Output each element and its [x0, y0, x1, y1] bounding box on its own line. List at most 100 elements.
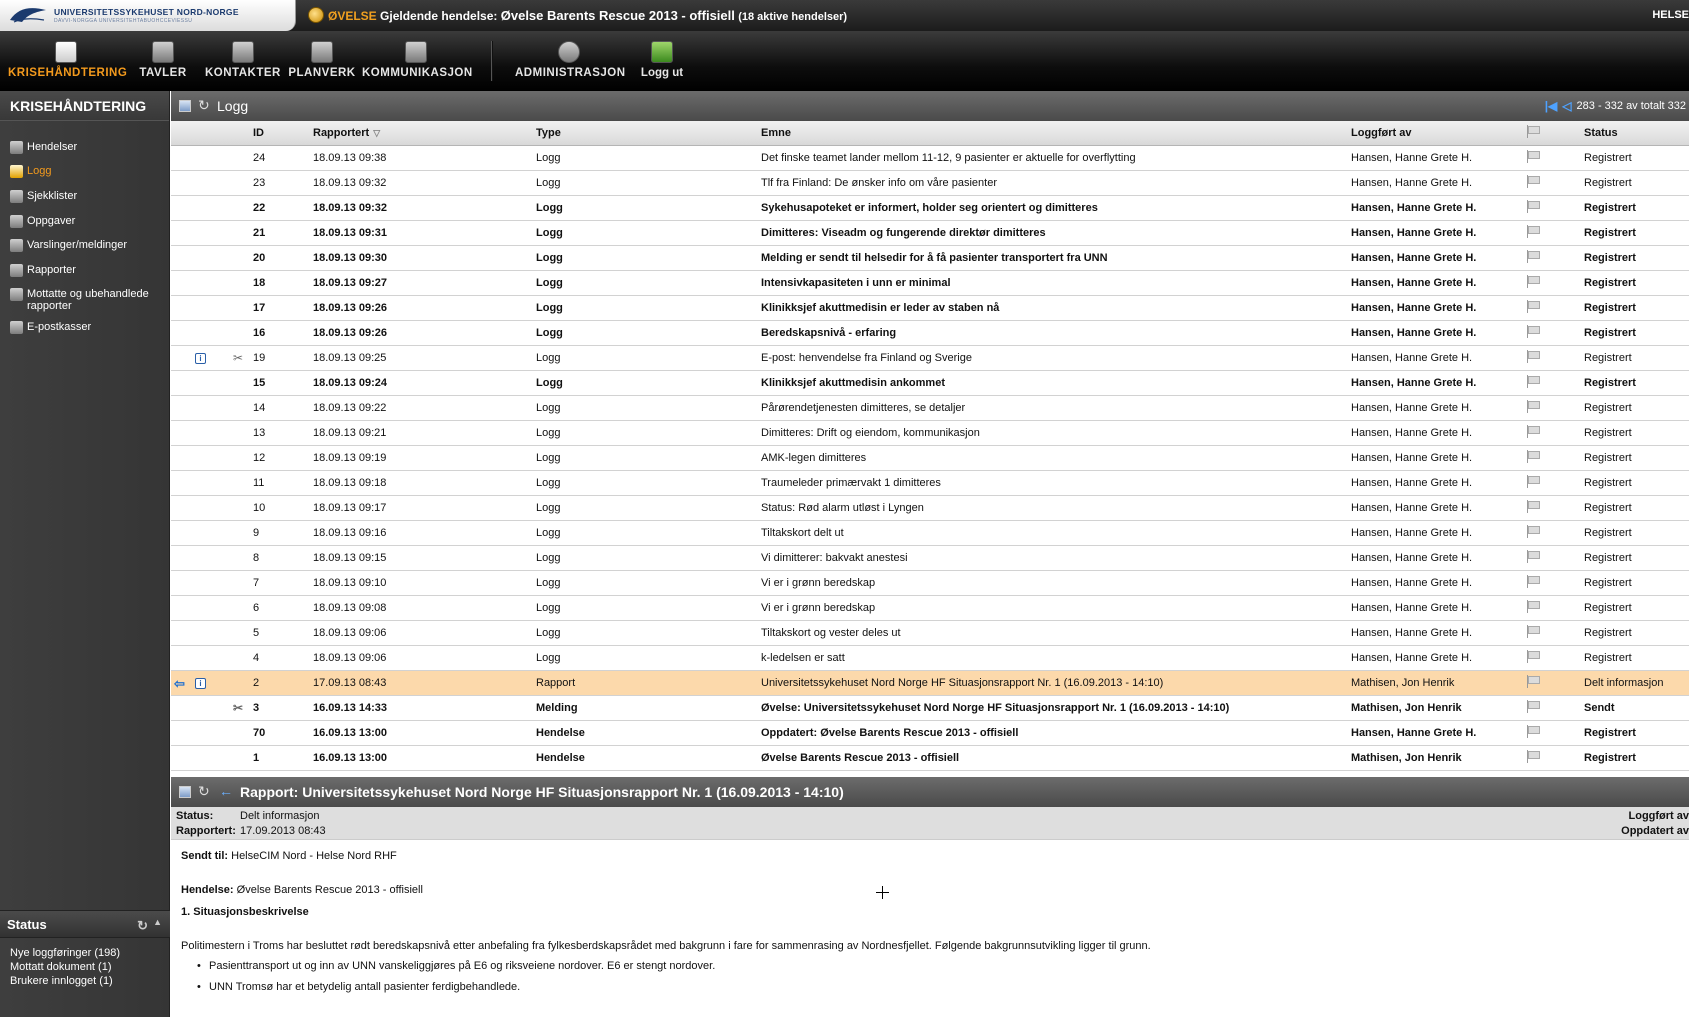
table-row[interactable]: 16 18.09.13 09:26 Logg Beredskapsnivå - erf…	[171, 320, 1689, 346]
status-new-log-entries[interactable]: Nye loggføringer (198)	[0, 946, 170, 960]
nav-planverk[interactable]: PLANVERK	[287, 31, 357, 91]
cell-flag[interactable]	[1524, 695, 1582, 721]
cell-flag[interactable]	[1524, 620, 1582, 646]
sidebar-item-logg[interactable]: Logg	[10, 165, 165, 178]
table-row[interactable]: i ✂ 19 18.09.13 09:25 Logg E-post: henvendels…	[171, 345, 1689, 371]
info-icon[interactable]: i	[195, 352, 206, 364]
cell-flag[interactable]	[1524, 220, 1582, 246]
sidebar-item-varslinger[interactable]: Varslinger/meldinger	[10, 239, 165, 252]
cell-flag[interactable]	[1524, 545, 1582, 571]
first-page-icon[interactable]: |◀	[1545, 99, 1558, 113]
table-row[interactable]: ✂ 3 16.09.13 14:33 Melding Øvelse: Universit…	[171, 695, 1689, 721]
sidebar-item-sjekklister[interactable]: Sjekklister	[10, 190, 165, 203]
flag-icon[interactable]	[1526, 224, 1540, 238]
flag-icon[interactable]	[1526, 574, 1540, 588]
table-row[interactable]: 12 18.09.13 09:19 Logg AMK-legen dimitteres…	[171, 445, 1689, 471]
column-header-status[interactable]: Status	[1582, 121, 1689, 146]
column-header-type[interactable]: Type	[534, 121, 759, 146]
cell-flag[interactable]	[1524, 270, 1582, 296]
cell-flag[interactable]	[1524, 170, 1582, 196]
table-row[interactable]: 23 18.09.13 09:32 Logg Tlf fra Finland: De …	[171, 170, 1689, 196]
cell-flag[interactable]	[1524, 745, 1582, 771]
sidebar-item-hendelser[interactable]: Hendelser	[10, 141, 165, 154]
flag-icon[interactable]	[1526, 699, 1540, 713]
flag-icon[interactable]	[1526, 399, 1540, 413]
table-row[interactable]: 70 16.09.13 13:00 Hendelse Oppdatert: Øvels…	[171, 720, 1689, 746]
refresh-icon[interactable]: ↻	[137, 918, 148, 934]
flag-icon[interactable]	[1526, 149, 1540, 163]
flag-icon[interactable]	[1526, 249, 1540, 263]
column-header-flag[interactable]	[1524, 121, 1582, 146]
flag-icon[interactable]	[1526, 624, 1540, 638]
flag-icon[interactable]	[1526, 549, 1540, 563]
flag-icon[interactable]	[1526, 324, 1540, 338]
table-row[interactable]: 17 18.09.13 09:26 Logg Klinikksjef akuttmed…	[171, 295, 1689, 321]
flag-icon[interactable]	[1526, 499, 1540, 513]
status-received-documents[interactable]: Mottatt dokument (1)	[0, 960, 170, 974]
flag-icon[interactable]	[1526, 749, 1540, 763]
nav-logg-ut[interactable]: Logg ut	[637, 31, 687, 91]
nav-administrasjon[interactable]: ADMINISTRASJON	[515, 31, 625, 91]
table-row[interactable]: 11 18.09.13 09:18 Logg Traumeleder primærva…	[171, 470, 1689, 496]
cell-flag[interactable]	[1524, 420, 1582, 446]
table-row[interactable]: 8 18.09.13 09:15 Logg Vi dimitterer: bakvak…	[171, 545, 1689, 571]
cell-flag[interactable]	[1524, 445, 1582, 471]
panel-window-icon[interactable]	[179, 100, 191, 112]
previous-page-icon[interactable]: ◁	[1562, 99, 1571, 113]
column-header-rapportert[interactable]: Rapportert ▽	[311, 121, 534, 146]
current-event[interactable]: ØVELSE Gjeldende hendelse: Øvelse Barent…	[328, 8, 847, 23]
table-row[interactable]: ⇦ i 2 17.09.13 08:43 Rapport Universitetssyke…	[171, 670, 1689, 696]
sidebar-item-oppgaver[interactable]: Oppgaver	[10, 215, 165, 228]
flag-icon[interactable]	[1526, 274, 1540, 288]
flag-icon[interactable]	[1526, 199, 1540, 213]
table-row[interactable]: 24 18.09.13 09:38 Logg Det finske teamet la…	[171, 145, 1689, 171]
refresh-icon[interactable]: ↻	[198, 97, 210, 114]
collapse-icon[interactable]: ▲	[153, 917, 162, 927]
table-row[interactable]: 4 18.09.13 09:06 Logg k-ledelsen er satt Han…	[171, 645, 1689, 671]
info-icon[interactable]: i	[195, 677, 206, 689]
flag-icon[interactable]	[1526, 374, 1540, 388]
nav-tavler[interactable]: TAVLER	[133, 31, 193, 91]
cell-flag[interactable]	[1524, 495, 1582, 521]
refresh-icon[interactable]: ↻	[198, 783, 210, 800]
cell-flag[interactable]	[1524, 645, 1582, 671]
cell-flag[interactable]	[1524, 720, 1582, 746]
table-row[interactable]: 5 18.09.13 09:06 Logg Tiltakskort og vester…	[171, 620, 1689, 646]
sidebar-item-rapporter[interactable]: Rapporter	[10, 264, 165, 277]
table-row[interactable]: 1 16.09.13 13:00 Hendelse Øvelse Barents Re…	[171, 745, 1689, 771]
cell-flag[interactable]	[1524, 595, 1582, 621]
nav-kommunikasjon[interactable]: KOMMUNIKASJON	[362, 31, 472, 91]
sidebar-item-e-postkasser[interactable]: E-postkasser	[10, 321, 165, 334]
table-row[interactable]: 18 18.09.13 09:27 Logg Intensivkapasiteten …	[171, 270, 1689, 296]
cell-flag[interactable]	[1524, 345, 1582, 371]
cell-flag[interactable]	[1524, 245, 1582, 271]
column-header-loggfort-av[interactable]: Loggført av	[1349, 121, 1524, 146]
attachment-icon[interactable]: ✂	[233, 351, 243, 365]
sidebar-item-mottatte-rapporter[interactable]: Mottatte og ubehandlede rapporter	[10, 288, 165, 312]
panel-window-icon[interactable]	[179, 786, 191, 798]
flag-icon[interactable]	[1526, 649, 1540, 663]
cell-flag[interactable]	[1524, 195, 1582, 221]
column-header-emne[interactable]: Emne	[759, 121, 1349, 146]
cell-flag[interactable]	[1524, 470, 1582, 496]
table-row[interactable]: 15 18.09.13 09:24 Logg Klinikksjef akuttmed…	[171, 370, 1689, 396]
flag-icon[interactable]	[1526, 599, 1540, 613]
flag-icon[interactable]	[1526, 349, 1540, 363]
cell-flag[interactable]	[1524, 395, 1582, 421]
flag-icon[interactable]	[1526, 724, 1540, 738]
table-row[interactable]: 21 18.09.13 09:31 Logg Dimitteres: Viseadm …	[171, 220, 1689, 246]
flag-icon[interactable]	[1526, 674, 1540, 688]
attachment-icon[interactable]: ✂	[233, 701, 243, 715]
status-logged-in-users[interactable]: Brukere innlogget (1)	[0, 974, 170, 988]
cell-flag[interactable]	[1524, 670, 1582, 696]
table-row[interactable]: 10 18.09.13 09:17 Logg Status: Rød alarm ut…	[171, 495, 1689, 521]
nav-krisehandtering[interactable]: KRISEHÅNDTERING	[8, 31, 127, 91]
cell-flag[interactable]	[1524, 145, 1582, 171]
user-name[interactable]: HELSE	[1652, 9, 1689, 21]
table-row[interactable]: 20 18.09.13 09:30 Logg Melding er sendt til…	[171, 245, 1689, 271]
status-header[interactable]: Status ↻ ▲	[0, 910, 170, 938]
flag-icon[interactable]	[1526, 524, 1540, 538]
nav-kontakter[interactable]: KONTAKTER	[205, 31, 280, 91]
flag-icon[interactable]	[1526, 174, 1540, 188]
flag-icon[interactable]	[1526, 474, 1540, 488]
